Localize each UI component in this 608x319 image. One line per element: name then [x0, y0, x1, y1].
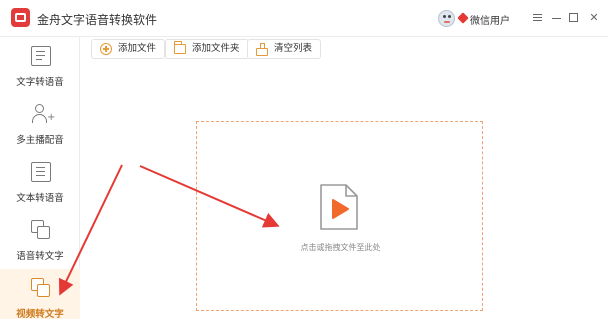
sidebar-item-document-to-speech[interactable]: 文本转语音: [0, 153, 80, 211]
menu-button[interactable]: [530, 9, 546, 27]
sidebar-item-label: 文本转语音: [16, 193, 64, 204]
maximize-button[interactable]: [566, 9, 582, 27]
app-title: 金舟文字语音转换软件: [37, 13, 158, 27]
text-to-speech-icon: [31, 46, 51, 66]
drop-zone-hint: 点击或拖拽文件至此处: [300, 243, 381, 252]
sidebar-item-label: 视频转文字: [16, 309, 64, 319]
add-file-button[interactable]: 添加文件: [91, 39, 166, 59]
app-window: 金舟文字语音转换软件 微信用户 ✕ 文字转语音 + 多主播配音 文本转语音 语音…: [0, 0, 608, 319]
diamond-icon: [457, 12, 469, 24]
add-circle-icon: [100, 43, 112, 55]
minimize-button[interactable]: [549, 9, 565, 27]
user-avatar[interactable]: [438, 10, 455, 27]
app-logo-icon: [11, 8, 30, 27]
sidebar-item-label: 文字转语音: [16, 77, 64, 88]
folder-icon: [173, 41, 186, 54]
close-icon: ✕: [589, 11, 599, 24]
close-button[interactable]: ✕: [586, 9, 602, 27]
minimize-icon: [552, 18, 561, 19]
sidebar-item-multi-voice[interactable]: + 多主播配音: [0, 95, 80, 153]
menu-icon: [533, 14, 542, 15]
sidebar: 文字转语音 + 多主播配音 文本转语音 语音转文字 视频转文字: [0, 37, 80, 319]
document-to-speech-icon: [31, 162, 51, 182]
user-name[interactable]: 微信用户: [470, 12, 510, 27]
video-to-text-icon: [31, 278, 51, 298]
title-bar: 金舟文字语音转换软件 微信用户 ✕: [0, 0, 608, 37]
sidebar-item-text-to-speech[interactable]: 文字转语音: [0, 37, 80, 95]
broom-icon: [256, 43, 268, 56]
toolbar: 添加文件 添加文件夹 清空列表: [81, 37, 608, 63]
sidebar-item-speech-to-text[interactable]: 语音转文字: [0, 211, 80, 269]
multi-voice-icon: +: [31, 104, 55, 124]
sidebar-item-label: 多主播配音: [16, 135, 64, 146]
add-folder-label: 添加文件夹: [192, 43, 240, 54]
file-drop-zone[interactable]: 点击或拖拽文件至此处: [196, 121, 483, 311]
sidebar-item-video-to-text[interactable]: 视频转文字: [0, 269, 80, 319]
maximize-icon: [569, 13, 578, 22]
add-file-label: 添加文件: [118, 43, 157, 54]
add-folder-button[interactable]: 添加文件夹: [165, 39, 249, 59]
sidebar-item-label: 语音转文字: [16, 251, 64, 262]
clear-list-label: 清空列表: [274, 43, 313, 54]
clear-list-button[interactable]: 清空列表: [247, 39, 322, 59]
speech-to-text-icon: [31, 220, 51, 240]
video-file-icon: [320, 184, 358, 230]
